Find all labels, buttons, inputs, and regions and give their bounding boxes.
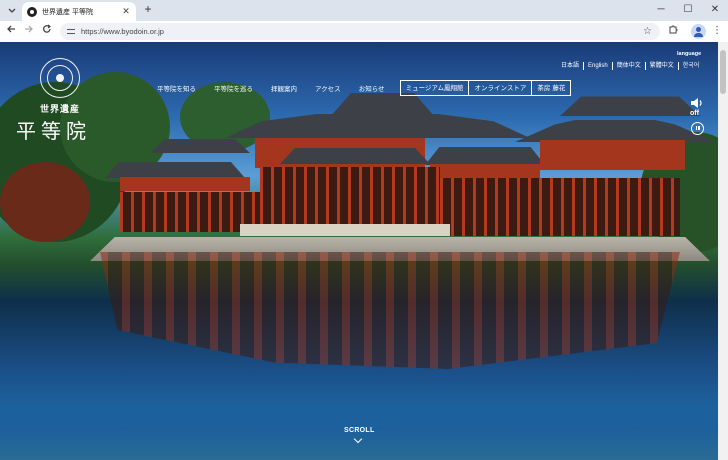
lang-japanese[interactable]: 日本語 xyxy=(557,62,583,70)
back-button[interactable] xyxy=(4,24,18,38)
site-info-icon[interactable] xyxy=(66,27,76,37)
byodoin-crest-icon xyxy=(27,6,37,17)
chevron-down-icon xyxy=(8,8,16,13)
sound-state-label[interactable]: off xyxy=(690,110,699,117)
nav-item-visit-guide[interactable]: 拝観案内 xyxy=(262,83,306,93)
arrow-left-icon xyxy=(7,25,15,33)
star-icon[interactable]: ☆ xyxy=(643,26,652,37)
lang-korean[interactable]: 한국어 xyxy=(677,62,704,70)
byodoin-crest-logo[interactable] xyxy=(40,58,80,98)
reload-button[interactable] xyxy=(40,24,54,38)
nav-box-online-store[interactable]: オンラインストア xyxy=(469,80,533,96)
pond-reflection xyxy=(100,252,680,369)
nav-item-tour[interactable]: 平等院を巡る xyxy=(205,83,262,93)
browser-toolbar: https://www.byodoin.or.jp ☆ ⋮ xyxy=(0,21,728,42)
pause-icon[interactable] xyxy=(691,122,704,135)
address-bar[interactable]: https://www.byodoin.or.jp ☆ xyxy=(60,23,660,40)
nav-item-about[interactable]: 平等院を知る xyxy=(148,83,205,93)
url-text[interactable]: https://www.byodoin.or.jp xyxy=(81,27,643,36)
lang-english[interactable]: English xyxy=(583,62,612,70)
arrow-right-icon xyxy=(25,25,33,33)
speaker-icon[interactable] xyxy=(690,97,704,109)
nav-item-access[interactable]: アクセス xyxy=(306,83,350,93)
close-tab-button[interactable]: ✕ xyxy=(120,6,132,17)
scrollbar-thumb[interactable] xyxy=(720,50,726,94)
logo-title[interactable]: 平等院 xyxy=(16,115,91,144)
new-tab-button[interactable]: + xyxy=(141,3,155,17)
maximize-button[interactable]: ☐ xyxy=(677,1,699,19)
minimize-button[interactable]: ─ xyxy=(650,1,672,19)
nav-box-museum[interactable]: ミュージアム鳳翔館 xyxy=(399,80,470,96)
forward-button[interactable] xyxy=(22,24,36,38)
logo-subtitle: 世界遺産 xyxy=(40,105,81,115)
nav-box-tea-room[interactable]: 茶房 藤花 xyxy=(532,80,572,96)
global-nav: 平等院を知る 平等院を巡る 拝観案内 アクセス お知らせ ミュージアム鳳翔館 オ… xyxy=(148,80,572,96)
scroll-label[interactable]: SCROLL xyxy=(344,427,375,434)
profile-icon[interactable] xyxy=(691,24,706,39)
language-list: 日本語 English 簡体中文 繁體中文 한국어 xyxy=(557,62,703,70)
tab-title: 世界遺産 平等院 xyxy=(42,8,93,16)
puzzle-icon xyxy=(669,25,678,34)
browser-tabstrip: 世界遺産 平等院 ✕ + ─ ☐ ✕ xyxy=(0,0,728,21)
close-window-button[interactable]: ✕ xyxy=(704,1,726,19)
page-viewport: 世界遺産 平等院 平等院を知る 平等院を巡る 拝観案内 アクセス お知らせ ミュ… xyxy=(0,42,718,460)
page-scrollbar[interactable] xyxy=(718,42,728,460)
browser-tab-active[interactable]: 世界遺産 平等院 ✕ xyxy=(22,2,136,21)
lang-simplified-chinese[interactable]: 簡体中文 xyxy=(611,62,645,70)
reload-icon xyxy=(42,24,51,33)
tab-search-dropdown[interactable] xyxy=(4,3,20,18)
extensions-button[interactable] xyxy=(666,24,680,38)
nav-item-news[interactable]: お知らせ xyxy=(350,83,394,93)
language-heading: language xyxy=(677,51,702,57)
lang-traditional-chinese[interactable]: 繁體中文 xyxy=(644,62,678,70)
kebab-menu-icon[interactable]: ⋮ xyxy=(710,24,724,38)
